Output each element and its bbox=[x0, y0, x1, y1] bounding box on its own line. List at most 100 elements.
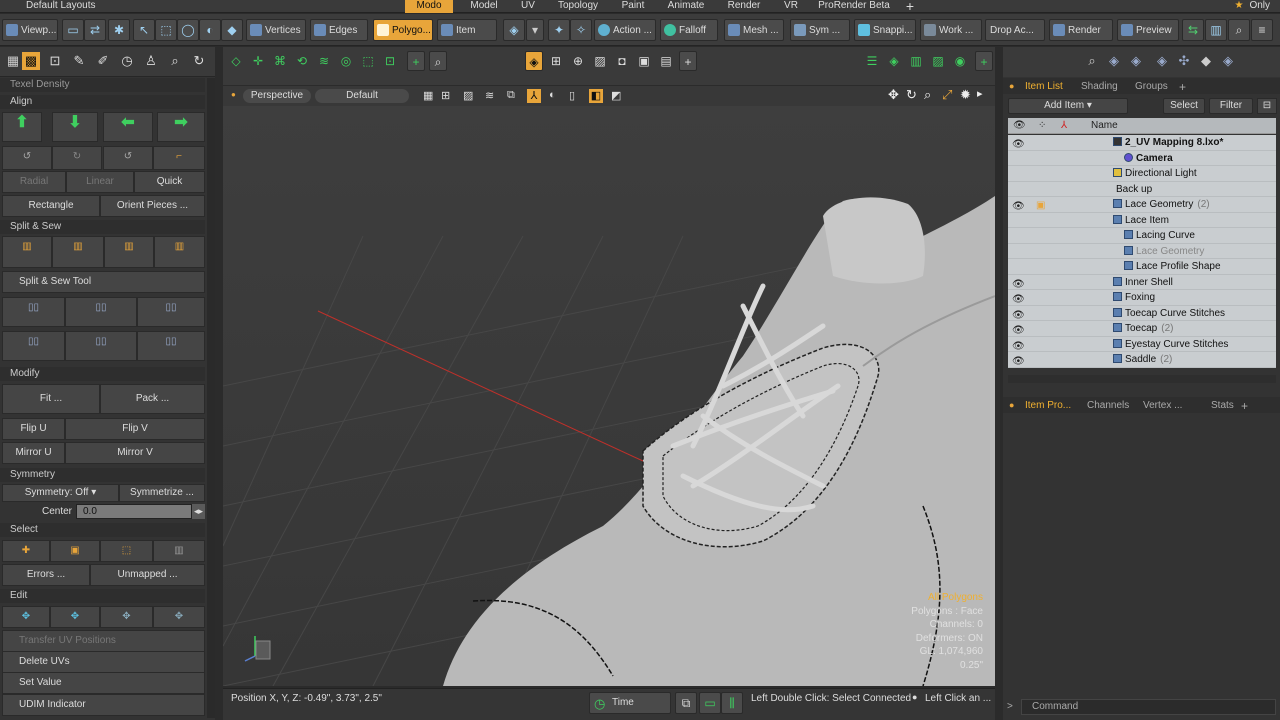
visibility-eye-icon[interactable]: 👁 bbox=[1012, 354, 1026, 369]
tab-render[interactable]: Render bbox=[718, 0, 770, 13]
vertices-button[interactable]: Vertices bbox=[246, 19, 306, 41]
modify-header[interactable]: Modify bbox=[0, 367, 205, 381]
align-down-button[interactable]: ⬇ bbox=[52, 112, 98, 142]
tab-channels[interactable]: Channels bbox=[1087, 399, 1129, 413]
left-scrollbar[interactable] bbox=[207, 78, 215, 718]
flip-v-button[interactable]: Flip V bbox=[65, 418, 205, 440]
item-lock-icon[interactable]: ▣ bbox=[1036, 198, 1045, 213]
paint-select-icon[interactable]: ◐ bbox=[199, 19, 221, 41]
grid-icon[interactable]: ▦ bbox=[4, 52, 22, 70]
only-toggle[interactable]: ★ Only bbox=[1234, 0, 1270, 12]
item-row[interactable]: 👁 Foxing bbox=[1008, 290, 1276, 306]
magnifier-tool-icon[interactable]: ⌕ bbox=[1083, 52, 1101, 70]
symmetrize-button[interactable]: Symmetrize ... bbox=[119, 484, 205, 502]
magnify-icon[interactable]: ⌕ bbox=[166, 52, 184, 70]
item-button[interactable]: Item bbox=[437, 19, 497, 41]
viewport-search-icon[interactable]: ⌕ bbox=[429, 51, 447, 71]
item-row[interactable]: 👁 2_UV Mapping 8.lxo* bbox=[1008, 135, 1276, 151]
3d-viewport[interactable]: ● Perspective Default ▦ ⊞ ▨ ≋ ⧉ ⅄ ◐ ▯ ◧ … bbox=[223, 86, 995, 686]
edges-button[interactable]: Edges bbox=[310, 19, 368, 41]
preview-button[interactable]: Preview bbox=[1117, 19, 1179, 41]
doc-icon[interactable]: ▤ bbox=[657, 51, 675, 71]
time-button[interactable]: ◷ Time bbox=[589, 692, 671, 714]
tab-vertex[interactable]: Vertex ... bbox=[1143, 399, 1182, 413]
symmetry-button[interactable]: Sym ... bbox=[790, 19, 850, 41]
orient-pieces-button[interactable]: Orient Pieces ... bbox=[100, 195, 205, 217]
split-sew-tool-button[interactable]: Split & Sew Tool bbox=[2, 271, 205, 293]
path-icon[interactable]: ⌘ bbox=[271, 51, 289, 71]
tab-prorender[interactable]: ProRender Beta bbox=[812, 0, 896, 13]
item-row[interactable]: Lace Geometry bbox=[1008, 243, 1276, 259]
photo-icon[interactable]: ▣ bbox=[635, 51, 653, 71]
loop-icon[interactable]: ⟲ bbox=[293, 51, 311, 71]
scale-frame-icon[interactable]: ⊡ bbox=[381, 51, 399, 71]
tab-topology[interactable]: Topology bbox=[548, 0, 608, 13]
drop-action-button[interactable]: Drop Ac... bbox=[985, 19, 1045, 41]
edit-uv-1-button[interactable]: ✥ bbox=[2, 606, 50, 628]
item-list-scrollbar[interactable] bbox=[1008, 375, 1276, 383]
tree-icon[interactable]: ⊕ bbox=[569, 51, 587, 71]
straighten-button[interactable]: ↺ bbox=[103, 146, 153, 170]
edit-uv-3-button[interactable]: ✥ bbox=[100, 606, 153, 628]
command-input[interactable]: Command bbox=[1021, 699, 1276, 715]
orbit-icon[interactable]: ↻ bbox=[906, 87, 917, 103]
rotate-ccw-button[interactable]: ↺ bbox=[2, 146, 52, 170]
wave-icon[interactable]: ≋ bbox=[485, 89, 494, 102]
stack-icon[interactable]: ▥ bbox=[907, 51, 925, 71]
edit-uv-2-button[interactable]: ✥ bbox=[50, 606, 100, 628]
item-row[interactable]: Lacing Curve bbox=[1008, 228, 1276, 244]
mesh-button[interactable]: Mesh ... bbox=[724, 19, 784, 41]
edit-uv-4-button[interactable]: ✥ bbox=[153, 606, 205, 628]
quick-button[interactable]: Quick bbox=[134, 171, 205, 193]
sew-c-button[interactable]: ▯▯ bbox=[137, 297, 205, 327]
sew-d-button[interactable]: ▯▯ bbox=[2, 331, 65, 361]
add-view-icon[interactable]: + bbox=[679, 51, 697, 71]
lines-icon[interactable]: ≋ bbox=[315, 51, 333, 71]
tab-paint[interactable]: Paint bbox=[612, 0, 654, 13]
tab-shading[interactable]: Shading bbox=[1081, 80, 1118, 94]
tab-animate[interactable]: Animate bbox=[660, 0, 712, 13]
move-icon[interactable]: ✛ bbox=[249, 51, 267, 71]
globe-icon[interactable]: ◈ bbox=[1105, 52, 1123, 70]
cube-select-icon[interactable]: ◆ bbox=[221, 19, 243, 41]
layout-title[interactable]: Default Layouts bbox=[26, 0, 96, 12]
sew-f-button[interactable]: ▯▯ bbox=[137, 331, 205, 361]
layout-icon[interactable]: ▭ bbox=[62, 19, 84, 41]
action-center-button[interactable]: Action ... bbox=[594, 19, 656, 41]
pen-icon[interactable]: ✎ bbox=[70, 52, 88, 70]
box-icon[interactable]: ◈ bbox=[1219, 52, 1237, 70]
split-sew-1-button[interactable]: ▥ bbox=[2, 236, 52, 268]
select-connected-button[interactable]: ✚ bbox=[2, 540, 50, 562]
set-value-button[interactable]: Set Value bbox=[2, 672, 205, 694]
image-icon[interactable]: ▨ bbox=[591, 51, 609, 71]
split-sew-4-button[interactable]: ▥ bbox=[154, 236, 205, 268]
pan-icon[interactable]: ✥ bbox=[888, 87, 899, 103]
symmetry-header[interactable]: Symmetry bbox=[0, 468, 205, 482]
frame-icon[interactable]: ⬚ bbox=[359, 51, 377, 71]
unmapped-button[interactable]: Unmapped ... bbox=[90, 564, 205, 586]
swap-layout-icon[interactable]: ⇆ bbox=[1182, 19, 1204, 41]
add-tool-icon[interactable]: + bbox=[407, 51, 425, 71]
swap-icon[interactable]: ⇄ bbox=[84, 19, 106, 41]
mirror-v-button[interactable]: Mirror V bbox=[65, 442, 205, 464]
lock-icon[interactable]: ▯ bbox=[569, 89, 575, 102]
sew-b-button[interactable]: ▯▯ bbox=[65, 297, 137, 327]
cube-view-icon[interactable]: ◈ bbox=[525, 51, 543, 71]
center-stepper-icon[interactable]: ◂▸ bbox=[192, 504, 205, 519]
split-sew-2-button[interactable]: ▥ bbox=[52, 236, 104, 268]
grid-view-icon[interactable]: ⊞ bbox=[547, 51, 565, 71]
shade-icon[interactable]: ◐ bbox=[549, 89, 556, 101]
stack-tool-icon[interactable]: ◈ bbox=[1127, 52, 1145, 70]
lasso-icon[interactable]: ◯ bbox=[177, 19, 199, 41]
tab-modo[interactable]: Modo bbox=[405, 0, 453, 13]
item-row[interactable]: 👁 ▣ Lace Geometry (2) bbox=[1008, 197, 1276, 213]
layers-icon[interactable]: ◈ bbox=[885, 51, 903, 71]
transform-icon[interactable]: ⊡ bbox=[46, 52, 64, 70]
camera-icon[interactable]: ◘ bbox=[613, 51, 631, 71]
list-icon[interactable]: ☰ bbox=[863, 51, 881, 71]
figure-icon[interactable]: ✱ bbox=[108, 19, 130, 41]
refresh-icon[interactable]: ↻ bbox=[190, 52, 208, 70]
sew-a-button[interactable]: ▯▯ bbox=[2, 297, 65, 327]
rotate-cw-button[interactable]: ↻ bbox=[52, 146, 102, 170]
polygons-button[interactable]: Polygo... bbox=[373, 19, 433, 41]
